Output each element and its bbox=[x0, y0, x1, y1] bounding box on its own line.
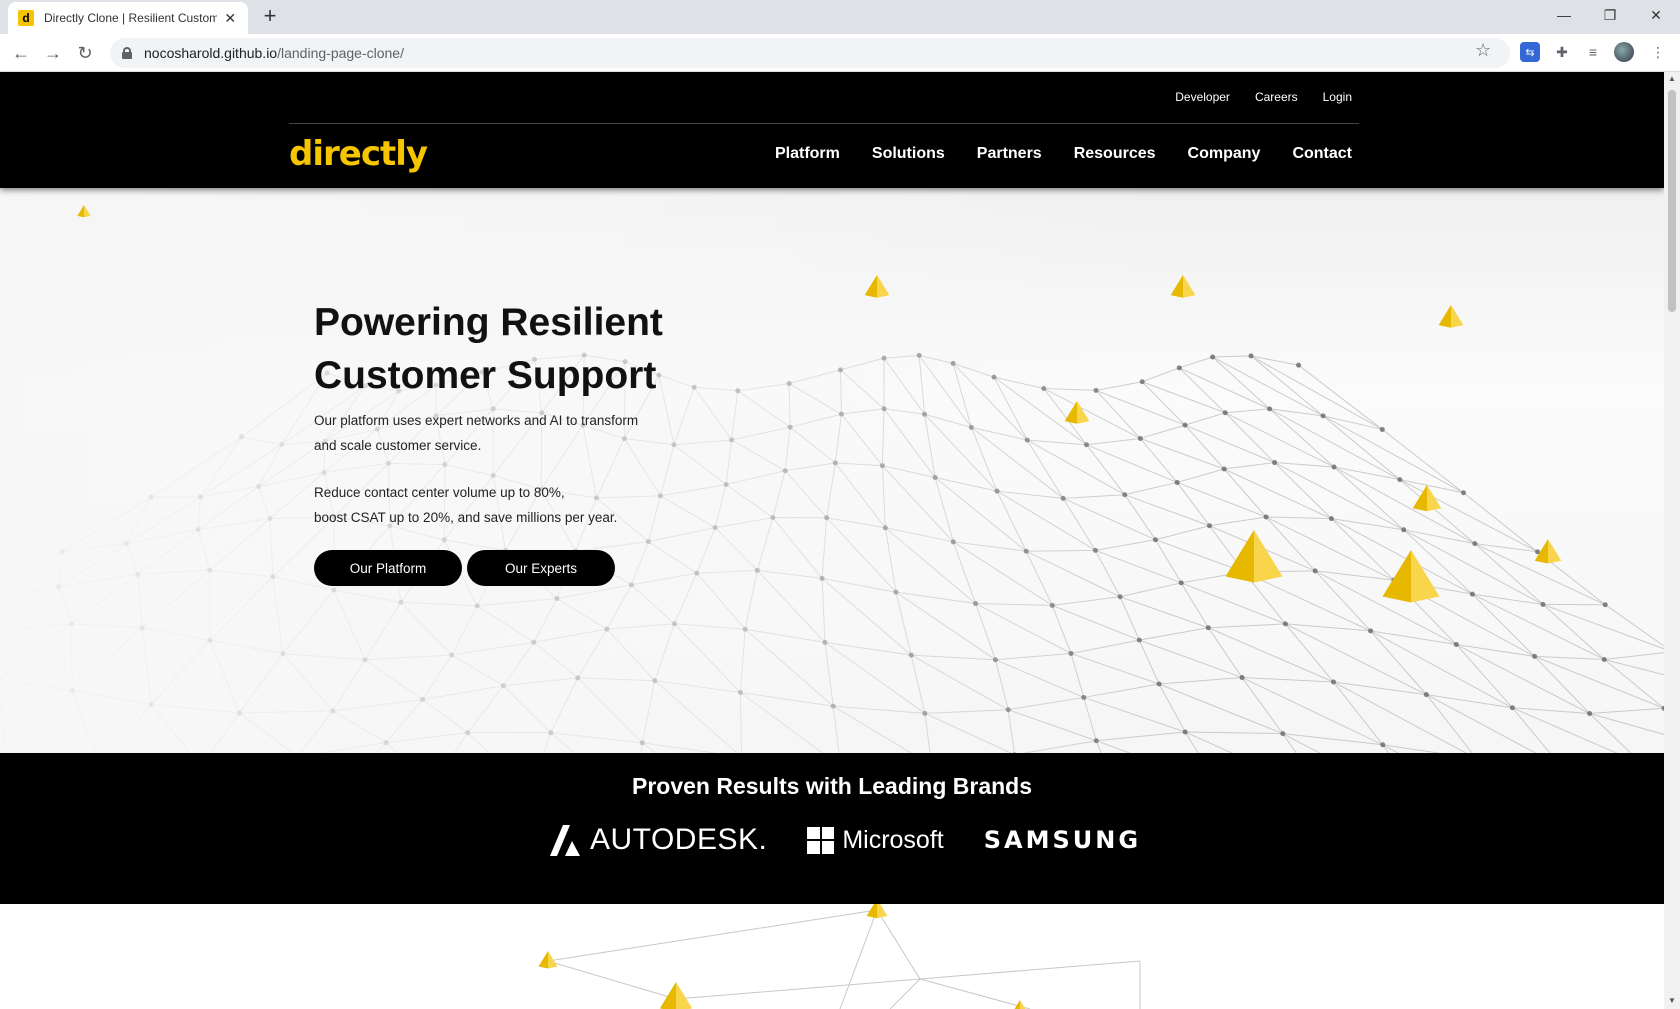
nav-resources[interactable]: Resources bbox=[1074, 145, 1156, 163]
page-viewport: Developer Careers Login directly Platfor… bbox=[0, 72, 1664, 1009]
autodesk-wordmark: AUTODESK. bbox=[590, 823, 768, 856]
scrollbar-thumb[interactable] bbox=[1668, 90, 1676, 312]
top-link-login[interactable]: Login bbox=[1323, 90, 1352, 104]
lock-icon bbox=[122, 47, 132, 59]
reading-list-icon[interactable]: ≡ bbox=[1583, 42, 1603, 62]
hero-description: Our platform uses expert networks and AI… bbox=[314, 408, 714, 458]
hero-title-line1: Powering Resilient bbox=[314, 301, 663, 344]
reload-icon[interactable]: ↻ bbox=[72, 40, 98, 66]
our-experts-button[interactable]: Our Experts bbox=[467, 550, 615, 586]
profile-avatar-icon[interactable] bbox=[1614, 42, 1634, 62]
main-nav: Platform Solutions Partners Resources Co… bbox=[775, 145, 1352, 163]
microsoft-logo: Microsoft bbox=[807, 825, 944, 855]
browser-tab[interactable]: d Directly Clone | Resilient Customer Su… bbox=[8, 2, 248, 34]
hero-desc-line1: Our platform uses expert networks and AI… bbox=[314, 413, 639, 428]
address-bar[interactable]: nocosharold.github.io/landing-page-clone… bbox=[110, 38, 1510, 68]
hero-content: Powering Resilient Customer Support Our … bbox=[314, 296, 714, 586]
site-header: Developer Careers Login directly Platfor… bbox=[0, 72, 1664, 188]
hero-section: Powering Resilient Customer Support Our … bbox=[0, 188, 1664, 753]
autodesk-a-icon bbox=[550, 825, 580, 856]
minimize-icon[interactable]: — bbox=[1541, 0, 1587, 30]
hero-title: Powering Resilient Customer Support bbox=[314, 296, 714, 402]
top-utility-nav: Developer Careers Login bbox=[1175, 90, 1352, 104]
top-link-careers[interactable]: Careers bbox=[1255, 90, 1298, 104]
hero-stat-line1: Reduce contact center volume up to 80%, bbox=[314, 485, 565, 500]
new-tab-icon[interactable]: + bbox=[258, 5, 282, 29]
hero-stats: Reduce contact center volume up to 80%, … bbox=[314, 480, 714, 530]
puzzle-extensions-icon[interactable]: ✚ bbox=[1552, 42, 1572, 62]
tab-title: Directly Clone | Resilient Customer Supp… bbox=[44, 11, 217, 25]
hero-network-background bbox=[0, 188, 1664, 753]
extension-icon[interactable]: ⇆ bbox=[1520, 42, 1540, 62]
hero-title-line2: Customer Support bbox=[314, 354, 657, 397]
samsung-logo: SAMSUNG bbox=[983, 826, 1142, 854]
nav-contact[interactable]: Contact bbox=[1292, 145, 1352, 163]
nav-platform[interactable]: Platform bbox=[775, 145, 840, 163]
scroll-down-icon[interactable]: ▼ bbox=[1667, 996, 1677, 1006]
nav-company[interactable]: Company bbox=[1188, 145, 1261, 163]
brands-title: Proven Results with Leading Brands bbox=[631, 773, 1033, 799]
url-text: nocosharold.github.io/landing-page-clone… bbox=[144, 45, 404, 61]
brand-logos: AUTODESK. Microsoft SAMSUNG bbox=[548, 823, 1141, 857]
microsoft-grid-icon bbox=[807, 826, 835, 854]
restore-icon[interactable]: ❐ bbox=[1587, 0, 1633, 30]
header-divider bbox=[289, 123, 1359, 124]
top-link-developer[interactable]: Developer bbox=[1175, 90, 1230, 104]
hero-desc-line2: and scale customer service. bbox=[314, 438, 482, 453]
scroll-up-icon[interactable]: ▲ bbox=[1667, 74, 1677, 84]
close-tab-icon[interactable]: ✕ bbox=[223, 10, 239, 27]
hero-stat-line2: boost CSAT up to 20%, and save millions … bbox=[314, 510, 618, 525]
browser-menu-icon[interactable]: ⋮ bbox=[1648, 42, 1668, 62]
browser-tab-strip: d Directly Clone | Resilient Customer Su… bbox=[0, 0, 1680, 34]
hero-buttons: Our Platform Our Experts bbox=[314, 550, 714, 586]
site-favicon-icon: d bbox=[18, 10, 34, 26]
bookmark-star-icon[interactable]: ☆ bbox=[1475, 40, 1491, 61]
nav-partners[interactable]: Partners bbox=[977, 145, 1042, 163]
autodesk-logo: AUTODESK. bbox=[548, 823, 767, 857]
brands-section: Proven Results with Leading Brands AUTOD… bbox=[0, 753, 1664, 904]
close-window-icon[interactable]: ✕ bbox=[1633, 0, 1679, 30]
back-icon[interactable]: ← bbox=[8, 40, 34, 66]
forward-icon[interactable]: → bbox=[40, 40, 66, 66]
page-scrollbar[interactable]: ▲ ▼ bbox=[1664, 72, 1680, 1009]
our-platform-button[interactable]: Our Platform bbox=[314, 550, 462, 586]
microsoft-wordmark: Microsoft bbox=[842, 825, 944, 854]
site-logo[interactable]: directly bbox=[289, 134, 428, 174]
nav-solutions[interactable]: Solutions bbox=[872, 145, 945, 163]
browser-toolbar: ← → ↻ nocosharold.github.io/landing-page… bbox=[0, 34, 1680, 72]
lower-section bbox=[0, 904, 1664, 1009]
lower-network-graphic bbox=[538, 904, 1141, 1009]
